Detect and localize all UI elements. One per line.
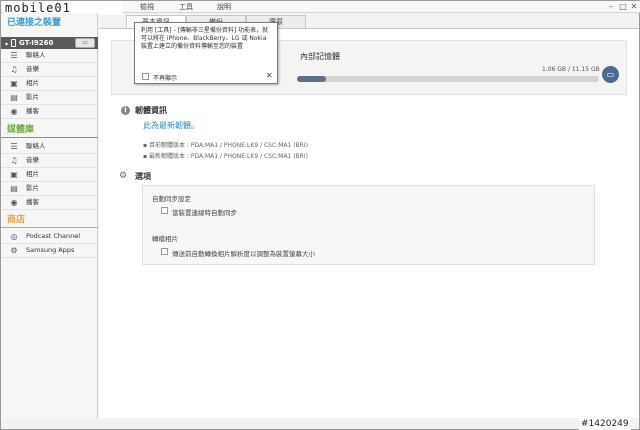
music-icon: ♫ [10, 65, 18, 74]
apps-icon: ⚙ [10, 246, 18, 255]
tools-tooltip: 利用 [工具] - [傳輸非三星備份資料] 功能表，就可以將在 iPhone、B… [134, 22, 278, 84]
library-heading: 媒體庫 [1, 123, 98, 138]
library-item-podcasts[interactable]: ◉ 播客 [1, 196, 98, 210]
contacts-icon: ☰ [10, 51, 18, 60]
title-bar: mobile01 檢視 工具 說明 – □ ✕ [1, 1, 640, 15]
sidebar-item-podcasts[interactable]: ◉ 播客 [1, 105, 98, 119]
sidebar-item-label: Podcast Channel [26, 232, 81, 240]
menu-view[interactable]: 檢視 [140, 2, 154, 12]
sidebar-item-label: 相片 [26, 79, 39, 87]
memory-label: 內部記憶體 [300, 52, 340, 61]
video-icon: ▤ [10, 184, 18, 193]
memory-bar-fill [297, 76, 326, 82]
dont-show-label: 不再顯示 [153, 75, 178, 82]
auto-sync-checkbox[interactable] [161, 207, 168, 214]
sidebar-item-label: 音樂 [26, 65, 39, 73]
photo-convert-label: 傳送前自動轉換相片解析度以調整為裝置螢幕大小 [172, 250, 315, 258]
photo-icon: ▣ [10, 170, 18, 179]
sidebar-item-label: Samsung Apps [26, 246, 75, 254]
library-item-contacts[interactable]: ☰ 聯絡人 [1, 140, 98, 154]
library-item-videos[interactable]: ▤ 影片 [1, 182, 98, 196]
gear-icon: ⚙ [119, 171, 128, 181]
firmware-title: 韌體資訊 [135, 106, 167, 115]
menu-tools[interactable]: 工具 [179, 2, 193, 12]
dont-show-checkbox[interactable] [142, 73, 149, 80]
kies-window: mobile01 檢視 工具 說明 – □ ✕ 已連接之裝置 ▾ GT-I926… [0, 0, 640, 430]
store-item-samsung-apps[interactable]: ⚙ Samsung Apps [1, 244, 98, 258]
tooltip-text: 利用 [工具] - [傳輸非三星備份資料] 功能表，就可以將在 iPhone、B… [141, 27, 269, 50]
sidebar-item-label: 聯絡人 [26, 51, 46, 59]
podcast-icon: ◉ [10, 198, 18, 207]
info-icon: i [121, 106, 130, 115]
menu-help[interactable]: 說明 [217, 2, 231, 12]
firmware-current-text: 目前韌體版本 : PDA:MA1 / PHONE:LK9 / CSC:MA1 (… [148, 142, 308, 149]
sidebar-item-label: 播客 [26, 198, 39, 206]
store-heading: 商店 [1, 213, 98, 228]
firmware-status: 此為最新韌體。 [143, 121, 199, 130]
photo-convert-checkbox[interactable] [161, 248, 168, 255]
store-item-podcast-channel[interactable]: ◎ Podcast Channel [1, 230, 98, 244]
device-name: GT-I9260 [19, 39, 54, 47]
auto-sync-title: 自動同步設定 [152, 195, 191, 203]
tooltip-close-icon[interactable]: ✕ [266, 71, 273, 80]
sidebar-item-photos[interactable]: ▣ 相片 [1, 77, 98, 91]
library-item-music[interactable]: ♫ 音樂 [1, 154, 98, 168]
library-item-photos[interactable]: ▣ 相片 [1, 168, 98, 182]
photo-icon: ▣ [10, 79, 18, 88]
sidebar-item-label: 相片 [26, 170, 39, 178]
sidebar-item-videos[interactable]: ▤ 影片 [1, 91, 98, 105]
sidebar-item-music[interactable]: ♫ 音樂 [1, 63, 98, 77]
contacts-icon: ☰ [10, 142, 18, 151]
sidebar-item-label: 聯絡人 [26, 142, 46, 150]
firmware-latest: ▪ 最新韌體版本 : PDA:MA1 / PHONE:LK9 / CSC:MA1… [143, 153, 308, 160]
phone-icon [11, 39, 16, 47]
maximize-icon[interactable]: □ [618, 2, 628, 12]
memory-bar [297, 76, 599, 82]
options-box: 自動同步設定 當裝置連線時自動同步 轉檔相片 傳送前自動轉換相片解析度以調整為裝… [142, 185, 595, 265]
minimize-icon[interactable]: – [606, 2, 616, 12]
photo-convert-title: 轉檔相片 [152, 235, 178, 243]
firmware-current: ▪ 目前韌體版本 : PDA:MA1 / PHONE:LK9 / CSC:MA1… [143, 142, 308, 149]
close-icon[interactable]: ✕ [629, 2, 639, 12]
video-icon: ▤ [10, 93, 18, 102]
sidebar-item-label: 播客 [26, 107, 39, 115]
options-title: 選項 [135, 172, 151, 181]
sidebar-item-label: 音樂 [26, 156, 39, 164]
watermark: #1420249 [579, 418, 631, 430]
open-folder-icon[interactable]: ▭ [602, 66, 619, 83]
firmware-latest-text: 最新韌體版本 : PDA:MA1 / PHONE:LK9 / CSC:MA1 (… [148, 153, 308, 160]
main-content: 內部記憶體 1.06 GB / 11.15 GB ▭ i 韌體資訊 此為最新韌體… [99, 28, 639, 418]
sidebar-item-label: 影片 [26, 184, 39, 192]
auto-sync-label: 當裝置連線時自動同步 [172, 209, 237, 217]
memory-value: 1.06 GB / 11.15 GB [542, 66, 600, 73]
device-folder-button[interactable]: ▭ [75, 38, 95, 48]
podcast-icon: ◎ [10, 232, 18, 241]
sidebar-item-contacts[interactable]: ☰ 聯絡人 [1, 49, 98, 63]
podcast-icon: ◉ [10, 107, 18, 116]
music-icon: ♫ [10, 156, 18, 165]
sidebar-item-label: 影片 [26, 93, 39, 101]
connected-devices-heading: 已連接之裝置 [7, 18, 62, 28]
